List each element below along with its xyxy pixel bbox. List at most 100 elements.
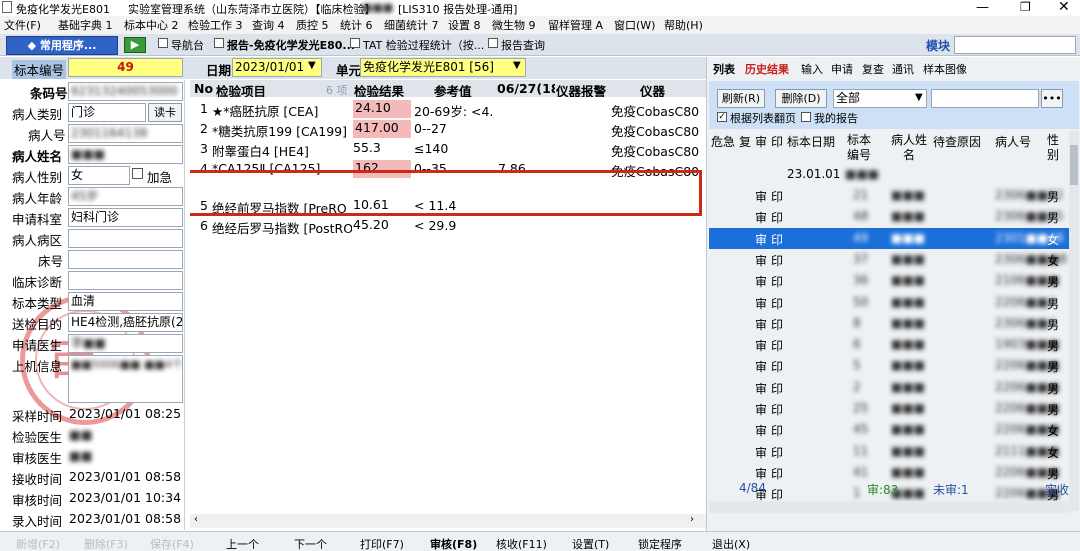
refresh-button[interactable]: 刷新(R) [717,89,765,108]
tab-report-query[interactable]: 报告查询 [501,37,545,53]
list-row[interactable]: 审印 2 ■■■ 2206■■■ 男 [709,377,1069,398]
ward-field[interactable] [68,229,183,248]
nav-checkbox[interactable] [158,38,168,48]
tab-report[interactable]: 报告-免疫化学发光E80... [227,37,355,53]
page-checkbox[interactable]: ✓ [717,112,727,122]
chevron-down-icon[interactable]: ▼ [308,60,316,71]
list-row[interactable]: 审印 48 ■■■ 2306■■85 男 [709,206,1069,227]
tab-images[interactable]: 样本图像 [923,61,967,77]
next-button[interactable]: 下一个 [294,536,327,551]
tab-list[interactable]: 列表 [713,61,735,77]
restore-icon[interactable]: ❐ [1020,0,1031,14]
tab-input[interactable]: 输入 [801,61,823,77]
scroll-right-icon[interactable]: › [690,514,694,525]
list-row[interactable]: 审印 21 ■■■ 2306■■82 男 [709,185,1069,206]
purpose-field[interactable]: HE4检测,癌胚抗原(2 [68,313,183,332]
chevron-down-icon[interactable]: ▼ [513,60,521,71]
horizontal-scrollbar[interactable]: ‹ › [190,514,706,528]
tab-comm[interactable]: 通讯 [892,61,914,77]
more-button[interactable]: ••• [1041,89,1063,108]
list-row[interactable]: 审印 45 ■■■ 2206■■■ 女 [709,419,1069,440]
search-input[interactable] [931,89,1039,108]
vertical-scrollbar[interactable] [1069,131,1079,511]
row-audit: 审 [755,211,768,226]
list-hscroll[interactable] [709,501,1069,513]
list-row[interactable]: 审印 11 ■■■ 2111■■■ 女 [709,441,1069,462]
urgent-checkbox[interactable] [132,168,143,179]
module-field[interactable] [954,36,1076,54]
dept-field[interactable]: 妇科门诊 [68,208,183,227]
menu-qc[interactable]: 质控 5 [296,17,329,33]
machine-info-field[interactable]: ■■5006■■ ■■4个 [68,355,183,403]
tab-request[interactable]: 申请 [831,61,853,77]
specimen-field[interactable]: 血清 [68,292,183,311]
patient-age-field[interactable]: 45岁 [68,187,183,206]
result-row[interactable]: 1 ★*癌胚抗原 [CEA] 24.10 20-69岁: <4. 免疫CobasC80 [190,99,706,119]
tab-recheck[interactable]: 复查 [862,61,884,77]
my-report-checkbox[interactable] [801,112,811,122]
minimize-icon[interactable]: — [976,0,989,15]
scrollbar-thumb[interactable] [1070,145,1078,185]
list-row[interactable]: 审印 6 ■■■ 1903■■■ 男 [709,334,1069,355]
menu-file[interactable]: 文件(F) [4,17,41,33]
tab-checkbox[interactable] [350,38,360,48]
delete-button[interactable]: 删除(D) [775,89,827,108]
go-arrow-icon[interactable]: ▶ [124,37,146,53]
lock-button[interactable]: 锁定程序 [638,536,682,551]
menu-bact-stats[interactable]: 细菌统计 7 [384,17,439,33]
tab-checkbox[interactable] [488,38,498,48]
filter-select[interactable]: 全部 [833,89,927,108]
menu-help[interactable]: 帮助(H) [664,17,703,33]
tab-checkbox[interactable] [214,38,224,48]
print-button[interactable]: 打印(F7) [360,536,404,551]
scroll-left-icon[interactable]: ‹ [194,514,198,525]
menu-query[interactable]: 查询 4 [252,17,285,33]
bed-field[interactable] [68,250,183,269]
chevron-down-icon[interactable]: ▼ [915,92,923,103]
result-row[interactable]: 3 附睾蛋白4 [HE4] 55.3 ≤140 免疫CobasC80 [190,139,706,159]
barcode-field[interactable]: 62313240053000 [68,82,183,101]
receive-button[interactable]: 核收(F11) [496,536,547,551]
menu-settings[interactable]: 设置 8 [448,17,481,33]
my-report-label[interactable]: 我的报告 [814,110,858,126]
save-button[interactable]: 保存(F4) [150,536,194,551]
page-check-label[interactable]: 根据列表翻页 [730,110,796,126]
menu-stats[interactable]: 统计 6 [340,17,373,33]
menu-sample-keep[interactable]: 留样管理 A [548,17,603,33]
result-row[interactable]: 2 *糖类抗原199 [CA199] 417.00 0--27 免疫CobasC80 [190,119,706,139]
tab-tat[interactable]: TAT 检验过程统计（按... [363,37,484,53]
tab-history[interactable]: 历史结果 [745,61,789,77]
list-row[interactable]: 审印 25 ■■■ 2206■■■ 男 [709,398,1069,419]
patient-type-field[interactable]: 门诊 [68,103,146,122]
list-row[interactable]: 审印 36 ■■■ 2106■■■ 男 [709,270,1069,291]
sample-no-field[interactable]: 49 [68,58,183,77]
list-row[interactable]: 审印 37 ■■■ 2306■■■8 女 [709,249,1069,270]
patient-sex-field[interactable]: 女 [68,166,130,185]
prev-button[interactable]: 上一个 [226,536,259,551]
read-card-button[interactable]: 读卡 [148,103,182,122]
list-row[interactable]: 审印 50 ■■■ 2206■■4 男 [709,292,1069,313]
close-icon[interactable]: ✕ [1058,0,1070,15]
doctor-field[interactable]: 李■■ [68,334,183,353]
urgent-label[interactable]: 加急 [147,167,172,186]
patient-id-field[interactable]: 2301164138 [68,124,183,143]
list-row[interactable]: 审印 49 ■■■ 2301■■48 女 [709,227,1069,249]
diagnosis-field[interactable] [68,271,183,290]
menu-specimen[interactable]: 标本中心 2 [124,17,179,33]
menu-window[interactable]: 窗口(W) [614,17,655,33]
menu-dict[interactable]: 基础字典 1 [58,17,113,33]
settings-button[interactable]: 设置(T) [572,536,609,551]
audit-button[interactable]: 审核(F8) [430,536,477,551]
menu-micro[interactable]: 微生物 9 [492,17,536,33]
list-row[interactable]: 审印 5 ■■■ 2206■■■ 男 [709,355,1069,376]
unit-field[interactable]: 免疫化学发光E801 [56] [360,58,526,77]
delete-record-button[interactable]: 删除(F3) [84,536,128,551]
common-programs-button[interactable]: ◆ 常用程序... [6,36,118,55]
nav-label[interactable]: 导航台 [171,37,204,53]
add-button[interactable]: 新增(F2) [16,536,60,551]
list-row[interactable]: 审印 8 ■■■ 2306■■4 男 [709,313,1069,334]
menu-work[interactable]: 检验工作 3 [188,17,243,33]
result-row[interactable]: 6 绝经后罗马指数 [PostRO 45.20 < 29.9 [190,216,706,236]
patient-name-field[interactable]: ■■■ [68,145,183,164]
exit-button[interactable]: 退出(X) [712,536,750,551]
